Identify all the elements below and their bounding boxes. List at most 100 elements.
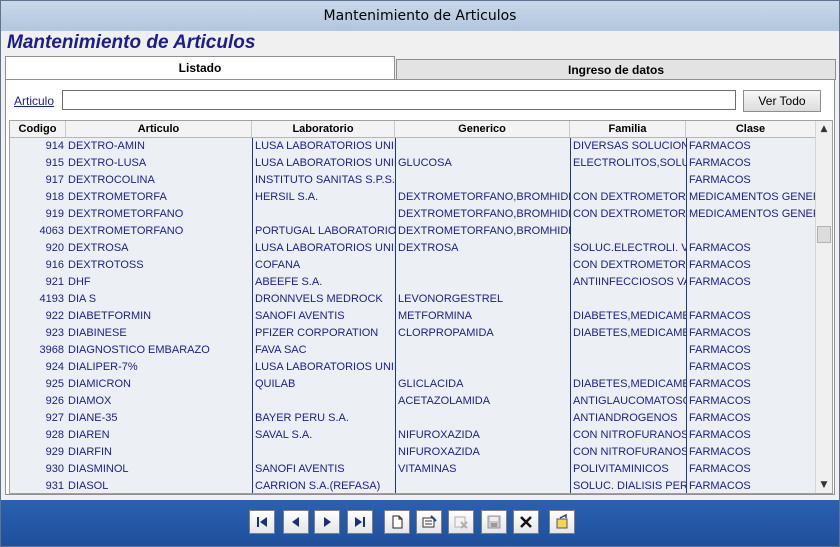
generico-cell	[395, 342, 570, 359]
codigo-cell: 921	[45, 276, 64, 288]
previous-record-button[interactable]	[283, 510, 309, 534]
generico-cell: METFORMINA	[395, 308, 570, 325]
clase-cell: FARMACOS	[686, 138, 820, 155]
table-row[interactable]: 914 DEXTRO-AMIN LUSA LABORATORIOS UNID DIVE…	[10, 138, 816, 155]
table-row[interactable]: 924 DIALIPER-7% LUSA LABORATORIOS UNID FARM…	[10, 359, 816, 376]
clase-cell: FARMACOS	[686, 376, 820, 393]
scrollbar-thumb[interactable]	[817, 226, 831, 243]
familia-cell	[570, 172, 686, 189]
scroll-up-icon[interactable]: ▲	[816, 121, 832, 137]
articulo-search-input[interactable]	[62, 90, 736, 110]
familia-cell	[570, 291, 686, 308]
familia-cell: DIVERSAS SOLUCIONE	[570, 138, 686, 155]
next-record-button[interactable]	[314, 510, 340, 534]
articulo-cell: DEXTROMETORFANO	[68, 208, 184, 220]
table-row[interactable]: 929 DIARFIN NIFUROXAZIDA CON NITROFURANOS FA…	[10, 444, 816, 461]
previous-record-icon	[292, 517, 299, 527]
column-header-laboratorio[interactable]: Laboratorio	[252, 121, 395, 137]
laboratorio-cell: CARRION S.A.(REFASA)	[252, 478, 395, 493]
new-record-button[interactable]	[384, 510, 410, 534]
table-row[interactable]: 926 DIAMOX ACETAZOLAMIDA ANTIGLAUCOMATOSO FA…	[10, 393, 816, 410]
last-record-button[interactable]	[347, 510, 373, 534]
generico-cell	[395, 359, 570, 376]
table-row[interactable]: 930 DIASMINOL SANOFI AVENTIS VITAMINAS POLIV…	[10, 461, 816, 478]
codigo-cell: 925	[45, 378, 64, 390]
save-disk-icon	[487, 515, 501, 529]
next-record-icon	[324, 517, 331, 527]
articulo-cell: DIA S	[68, 293, 97, 305]
familia-cell: SOLUC.ELECTROLI. VE	[570, 240, 686, 257]
familia-cell	[570, 359, 686, 376]
vertical-scrollbar[interactable]: ▲ ▼	[815, 121, 832, 493]
laboratorio-cell	[252, 393, 395, 410]
articulo-cell: DEXTRO-AMIN	[68, 140, 145, 152]
laboratorio-cell: BAYER PERU S.A.	[252, 410, 395, 427]
delete-document-icon	[454, 516, 468, 529]
save-record-button[interactable]	[481, 510, 507, 534]
codigo-cell: 3968	[39, 344, 64, 356]
articulo-cell: DEXTROMETORFA	[68, 191, 167, 203]
laboratorio-cell	[252, 444, 395, 461]
laboratorio-cell: ABEEFE S.A.	[252, 274, 395, 291]
ver-todo-button[interactable]: Ver Todo	[743, 90, 821, 112]
clase-cell: FARMACOS	[686, 240, 820, 257]
clase-cell: MEDICAMENTOS GENERICO	[686, 189, 820, 206]
familia-cell: CON DEXTROMETORFA	[570, 189, 686, 206]
clase-cell: FARMACOS	[686, 478, 820, 493]
table-row[interactable]: 917 DEXTROCOLINA INSTITUTO SANITAS S.P.S.A…	[10, 172, 816, 189]
column-header-clase[interactable]: Clase	[686, 121, 816, 137]
familia-cell: ANTIGLAUCOMATOSO	[570, 393, 686, 410]
articulo-cell: DIAGNOSTICO EMBARAZO	[68, 344, 210, 356]
table-row[interactable]: 925 DIAMICRON QUILAB GLICLACIDA DIABETES,MED…	[10, 376, 816, 393]
codigo-cell: 919	[45, 208, 64, 220]
codigo-cell: 930	[45, 463, 64, 475]
table-row[interactable]: 922 DIABETFORMIN SANOFI AVENTIS METFORMINA D…	[10, 308, 816, 325]
column-header-generico[interactable]: Generico	[395, 121, 570, 137]
generico-cell	[395, 410, 570, 427]
table-row[interactable]: 920 DEXTROSA LUSA LABORATORIOS UNID DEXTROS…	[10, 240, 816, 257]
table-row[interactable]: 3968 DIAGNOSTICO EMBARAZO FAVA SAC FARMACOS	[10, 342, 816, 359]
table-row[interactable]: 915 DEXTRO-LUSA LUSA LABORATORIOS UNID GLUC…	[10, 155, 816, 172]
table-row[interactable]: 928 DIAREN SAVAL S.A. NIFUROXAZIDA CON NITRO…	[10, 427, 816, 444]
table-row[interactable]: 4063 DEXTROMETORFANO PORTUGAL LABORATORIOS…	[10, 223, 816, 240]
table-row[interactable]: 919 DEXTROMETORFANO DEXTROMETORFANO,BROMHI…	[10, 206, 820, 223]
laboratorio-cell: QUILAB	[252, 376, 395, 393]
table-row[interactable]: 927 DIANE-35 BAYER PERU S.A. ANTIANDROGENOS…	[10, 410, 816, 427]
table-row[interactable]: 921DHFABEEFE S.A.ANTIINFECCIOSOS VACFARM…	[10, 274, 816, 291]
scroll-down-icon[interactable]: ▼	[816, 477, 832, 493]
generico-cell: LEVONORGESTREL	[395, 291, 570, 308]
delete-record-button[interactable]	[448, 510, 474, 534]
table-row[interactable]: 4193 DIA S DRONNVELS MEDROCK LEVONORGESTREL	[10, 291, 816, 308]
edit-record-button[interactable]	[416, 510, 442, 534]
clase-cell: FARMACOS	[686, 410, 820, 427]
tab-ingreso-de-datos[interactable]: Ingreso de datos	[396, 59, 836, 80]
codigo-cell: 4193	[39, 293, 64, 305]
familia-cell: ANTIINFECCIOSOS VAC	[570, 274, 686, 291]
articulo-cell: DEXTROSA	[68, 242, 129, 254]
table-row[interactable]: 918 DEXTROMETORFA HERSIL S.A. DEXTROMETORFA…	[10, 189, 820, 206]
clase-cell: FARMACOS	[686, 444, 820, 461]
laboratorio-cell	[252, 206, 395, 223]
table-header: Codigo Articulo Laboratorio Generico Fam…	[10, 121, 816, 138]
exit-button[interactable]	[549, 510, 575, 534]
table-row[interactable]: 931 DIASOL CARRION S.A.(REFASA) SOLUC. DIAL…	[10, 478, 816, 493]
familia-cell: ANTIANDROGENOS	[570, 410, 686, 427]
cancel-button[interactable]	[513, 510, 539, 534]
clase-cell: FARMACOS	[686, 274, 820, 291]
articulo-cell: DEXTROTOSS	[68, 259, 144, 271]
laboratorio-cell: COFANA	[252, 257, 395, 274]
table-row[interactable]: 923 DIABINESE PFIZER CORPORATION CLORPROPAM…	[10, 325, 816, 342]
table-row[interactable]: 916DEXTROTOSSCOFANACON DEXTROMETORFAFARM…	[10, 257, 816, 274]
familia-cell: CON NITROFURANOS	[570, 427, 686, 444]
column-header-articulo[interactable]: Articulo	[66, 121, 252, 137]
generico-cell: ACETAZOLAMIDA	[395, 393, 570, 410]
laboratorio-cell: PFIZER CORPORATION	[252, 325, 395, 342]
first-record-button[interactable]	[249, 510, 275, 534]
laboratorio-cell: LUSA LABORATORIOS UNID	[252, 240, 395, 257]
codigo-cell: 922	[45, 310, 64, 322]
tab-listado[interactable]: Listado	[5, 56, 395, 79]
column-header-codigo[interactable]: Codigo	[10, 121, 66, 137]
laboratorio-cell: PORTUGAL LABORATORIOS	[252, 223, 395, 240]
column-header-familia[interactable]: Familia	[570, 121, 686, 137]
exit-door-icon	[556, 514, 568, 529]
